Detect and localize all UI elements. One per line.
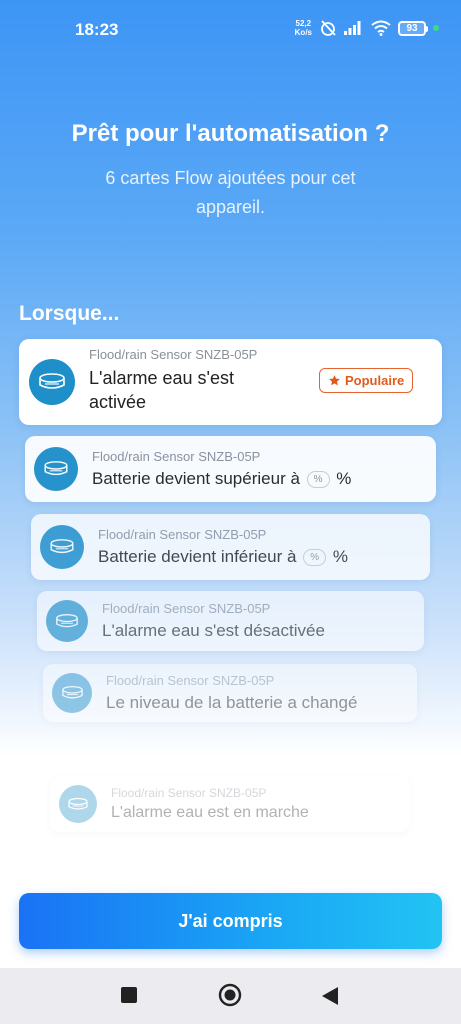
sensor-icon bbox=[46, 600, 88, 642]
flow-card[interactable]: Flood/rain Sensor SNZB-05P L'alarme eau … bbox=[50, 776, 410, 832]
card-title: L'alarme eau s'est activée bbox=[89, 367, 234, 412]
card-title-unit: % bbox=[332, 547, 348, 566]
page-subtitle: 6 cartes Flow ajoutées pour cet appareil… bbox=[105, 168, 356, 217]
circle-icon[interactable] bbox=[218, 983, 242, 1007]
popular-badge: Populaire bbox=[319, 368, 414, 393]
page-title: Prêt pour l'automatisation ? bbox=[71, 120, 390, 147]
flow-card[interactable]: Flood/rain Sensor SNZB-05P L'alarme eau … bbox=[37, 591, 424, 651]
flow-card[interactable]: Flood/rain Sensor SNZB-05P Batterie devi… bbox=[25, 436, 436, 502]
card-device-name: Flood/rain Sensor SNZB-05P bbox=[102, 601, 271, 616]
card-title: L'alarme eau est en marche bbox=[111, 804, 309, 821]
sensor-icon bbox=[40, 525, 84, 569]
got-it-button[interactable]: J'ai compris bbox=[19, 893, 442, 949]
card-title-text: Batterie devient inférieur à bbox=[98, 547, 297, 566]
sensor-icon bbox=[59, 785, 97, 823]
network-speed-value: 52,2 bbox=[295, 19, 312, 28]
status-time: 18:23 bbox=[75, 20, 119, 39]
star-icon bbox=[329, 375, 340, 386]
card-title: Batterie devient supérieur à % % bbox=[92, 469, 436, 489]
status-icons: 52,2 Ko/s 93 bbox=[295, 19, 439, 37]
card-title: Le niveau de la batterie a changé bbox=[106, 693, 358, 712]
wifi-icon bbox=[371, 20, 391, 36]
card-device-name: Flood/rain Sensor SNZB-05P bbox=[106, 673, 275, 688]
sensor-icon bbox=[29, 359, 75, 405]
card-device-name: Flood/rain Sensor SNZB-05P bbox=[111, 786, 267, 800]
signal-icon bbox=[344, 21, 361, 35]
card-device-name: Flood/rain Sensor SNZB-05P bbox=[89, 346, 258, 362]
card-title: L'alarme eau s'est désactivée bbox=[102, 621, 325, 640]
sensor-icon bbox=[34, 447, 78, 491]
back-triangle-icon[interactable] bbox=[321, 986, 339, 1006]
card-title-unit: % bbox=[336, 469, 352, 488]
alarm-off-icon bbox=[321, 20, 336, 36]
section-label: Lorsque... bbox=[19, 302, 120, 325]
card-title: Batterie devient inférieur à % % bbox=[98, 547, 430, 567]
flow-card[interactable]: Flood/rain Sensor SNZB-05P Batterie devi… bbox=[31, 514, 430, 580]
percent-pill[interactable]: % bbox=[306, 471, 330, 489]
card-title-text: Batterie devient supérieur à bbox=[92, 469, 300, 488]
square-icon[interactable] bbox=[120, 986, 138, 1004]
flow-card[interactable]: Flood/rain Sensor SNZB-05P L'alarme eau … bbox=[19, 339, 442, 425]
card-device-name: Flood/rain Sensor SNZB-05P bbox=[98, 527, 267, 542]
privacy-indicator-dot bbox=[433, 25, 439, 31]
status-bar: 18:23 52,2 Ko/s 93 bbox=[0, 0, 461, 60]
system-nav-bar bbox=[0, 968, 461, 1024]
network-speed: 52,2 Ko/s bbox=[295, 19, 312, 37]
network-speed-unit: Ko/s bbox=[294, 28, 312, 37]
flow-card[interactable]: Flood/rain Sensor SNZB-05P Le niveau de … bbox=[43, 664, 417, 722]
sensor-icon bbox=[52, 673, 92, 713]
percent-pill[interactable]: % bbox=[303, 549, 327, 567]
popular-badge-label: Populaire bbox=[345, 373, 405, 388]
card-device-name: Flood/rain Sensor SNZB-05P bbox=[92, 449, 261, 464]
battery-indicator: 93 bbox=[398, 20, 428, 36]
